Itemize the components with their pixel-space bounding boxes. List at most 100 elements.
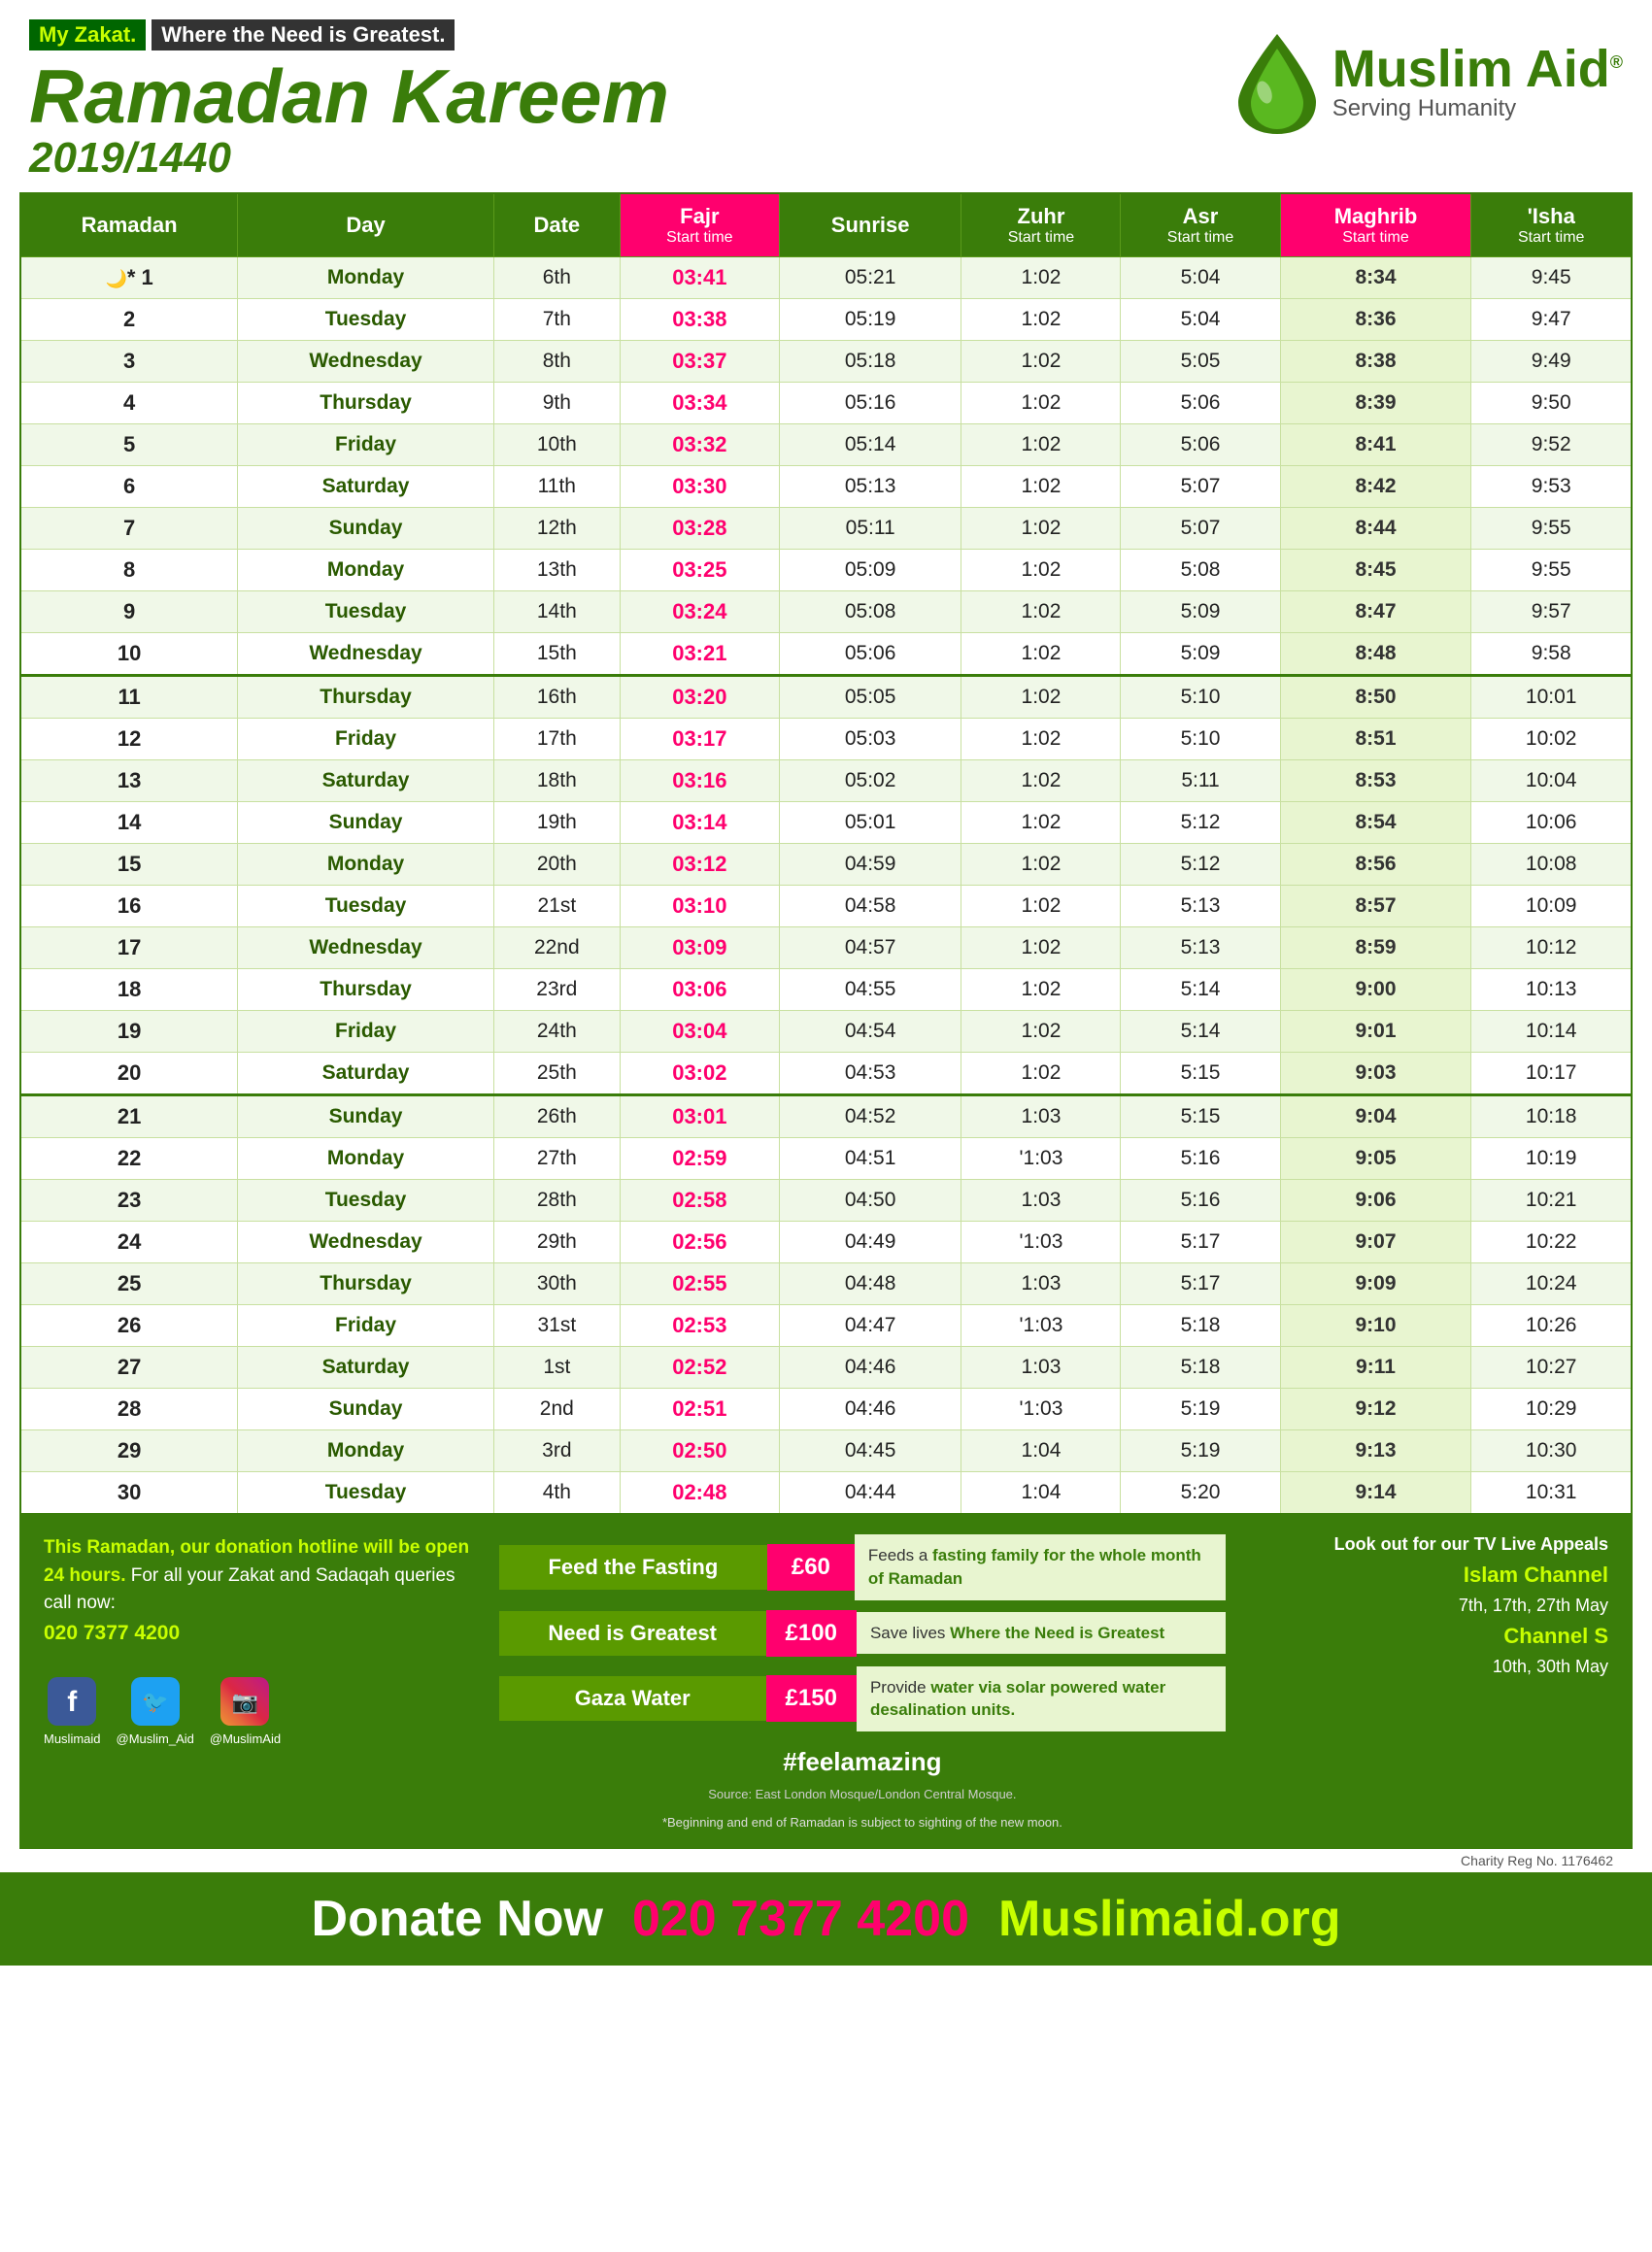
cell-asr: 5:19 (1121, 1389, 1280, 1430)
cell-isha: 10:08 (1471, 844, 1632, 886)
cell-sunrise: 04:58 (779, 886, 961, 927)
cell-zuhr: 1:02 (961, 844, 1121, 886)
cell-asr: 5:13 (1121, 886, 1280, 927)
cell-isha: 9:52 (1471, 424, 1632, 466)
table-row: 22Monday27th02:5904:51'1:035:169:0510:19 (20, 1138, 1632, 1180)
twitter-icon[interactable]: 🐦 (131, 1677, 180, 1726)
donation-label-1: Feed the Fasting (499, 1545, 767, 1590)
cell-zuhr: 1:02 (961, 341, 1121, 383)
cell-ramadan: 27 (20, 1347, 238, 1389)
cell-asr: 5:09 (1121, 633, 1280, 676)
footer-donations: Feed the Fasting £60 Feeds a fasting fam… (499, 1534, 1226, 1830)
cell-sunrise: 05:03 (779, 719, 961, 760)
cell-ramadan: 4 (20, 383, 238, 424)
cell-asr: 5:16 (1121, 1180, 1280, 1222)
cell-zuhr: 1:03 (961, 1180, 1121, 1222)
cell-sunrise: 04:51 (779, 1138, 961, 1180)
hotline-phone[interactable]: 020 7377 4200 (44, 1618, 480, 1649)
cell-maghrib: 8:54 (1280, 802, 1471, 844)
cell-zuhr: 1:02 (961, 760, 1121, 802)
cell-isha: 10:04 (1471, 760, 1632, 802)
cell-isha: 9:53 (1471, 466, 1632, 508)
table-header-row: Ramadan Day Date FajrStart time Sunrise … (20, 193, 1632, 257)
cell-fajr: 02:48 (620, 1472, 779, 1515)
facebook-icon[interactable]: f (48, 1677, 96, 1726)
header-left: My Zakat. Where the Need is Greatest. Ra… (29, 19, 669, 183)
donate-bar: Donate Now 020 7377 4200 Muslimaid.org (0, 1872, 1652, 1966)
cell-zuhr: 1:02 (961, 969, 1121, 1011)
cell-date: 21st (493, 886, 620, 927)
cell-isha: 10:14 (1471, 1011, 1632, 1053)
facebook-label: Muslimaid (44, 1730, 101, 1749)
cell-date: 24th (493, 1011, 620, 1053)
cell-ramadan: 10 (20, 633, 238, 676)
cell-date: 27th (493, 1138, 620, 1180)
cell-maghrib: 9:09 (1280, 1263, 1471, 1305)
cell-fajr: 03:24 (620, 591, 779, 633)
table-row: 21Sunday26th03:0104:521:035:159:0410:18 (20, 1095, 1632, 1138)
cell-day: Sunday (238, 1095, 494, 1138)
cell-date: 25th (493, 1053, 620, 1095)
cell-zuhr: '1:03 (961, 1222, 1121, 1263)
cell-day: Thursday (238, 383, 494, 424)
instagram-label: @MuslimAid (210, 1730, 281, 1749)
table-row: 18Thursday23rd03:0604:551:025:149:0010:1… (20, 969, 1632, 1011)
cell-maghrib: 8:57 (1280, 886, 1471, 927)
cell-day: Monday (238, 1430, 494, 1472)
cell-date: 13th (493, 550, 620, 591)
cell-date: 30th (493, 1263, 620, 1305)
cell-asr: 5:15 (1121, 1095, 1280, 1138)
cell-fajr: 02:51 (620, 1389, 779, 1430)
cell-day: Tuesday (238, 1472, 494, 1515)
cell-asr: 5:06 (1121, 383, 1280, 424)
tv-appeals-label: Look out for our TV Live Appeals (1245, 1534, 1608, 1555)
cell-sunrise: 05:06 (779, 633, 961, 676)
donate-website[interactable]: Muslimaid.org (998, 1890, 1340, 1948)
hotline-text: This Ramadan, our donation hotline will … (44, 1537, 469, 1586)
cell-fajr: 02:53 (620, 1305, 779, 1347)
cell-isha: 10:02 (1471, 719, 1632, 760)
cell-sunrise: 04:52 (779, 1095, 961, 1138)
cell-fajr: 03:12 (620, 844, 779, 886)
cell-fajr: 03:38 (620, 299, 779, 341)
cell-sunrise: 04:55 (779, 969, 961, 1011)
cell-maghrib: 8:42 (1280, 466, 1471, 508)
cell-fajr: 03:25 (620, 550, 779, 591)
cell-fajr: 03:14 (620, 802, 779, 844)
cell-fajr: 02:55 (620, 1263, 779, 1305)
cell-fajr: 02:58 (620, 1180, 779, 1222)
donation-desc-3: Provide water via solar powered water de… (857, 1666, 1226, 1732)
cell-isha: 9:47 (1471, 299, 1632, 341)
cell-sunrise: 04:57 (779, 927, 961, 969)
cell-sunrise: 04:49 (779, 1222, 961, 1263)
table-row: 3Wednesday8th03:3705:181:025:058:389:49 (20, 341, 1632, 383)
cell-maghrib: 8:59 (1280, 927, 1471, 969)
cell-ramadan: 12 (20, 719, 238, 760)
cell-fajr: 02:52 (620, 1347, 779, 1389)
donate-phone[interactable]: 020 7377 4200 (632, 1890, 969, 1948)
cell-asr: 5:05 (1121, 341, 1280, 383)
cell-ramadan: 3 (20, 341, 238, 383)
cell-ramadan: 16 (20, 886, 238, 927)
table-row: 9Tuesday14th03:2405:081:025:098:479:57 (20, 591, 1632, 633)
hashtag: #feelamazing (499, 1741, 1226, 1777)
cell-ramadan: 24 (20, 1222, 238, 1263)
cell-maghrib: 9:06 (1280, 1180, 1471, 1222)
cell-sunrise: 05:11 (779, 508, 961, 550)
channel-s: Channel S (1245, 1624, 1608, 1649)
cell-isha: 9:55 (1471, 550, 1632, 591)
cell-maghrib: 8:45 (1280, 550, 1471, 591)
cell-zuhr: 1:02 (961, 1011, 1121, 1053)
donation-label-2: Need is Greatest (499, 1611, 766, 1656)
table-row: 29Monday3rd02:5004:451:045:199:1310:30 (20, 1430, 1632, 1472)
instagram-icon[interactable]: 📷 (220, 1677, 269, 1726)
cell-zuhr: 1:03 (961, 1347, 1121, 1389)
logo-name: Muslim Aid® (1332, 43, 1623, 95)
cell-day: Friday (238, 424, 494, 466)
cell-date: 19th (493, 802, 620, 844)
cell-day: Wednesday (238, 341, 494, 383)
footer-section: This Ramadan, our donation hotline will … (19, 1515, 1633, 1849)
cell-day: Tuesday (238, 886, 494, 927)
cell-day: Sunday (238, 508, 494, 550)
cell-fajr: 03:30 (620, 466, 779, 508)
